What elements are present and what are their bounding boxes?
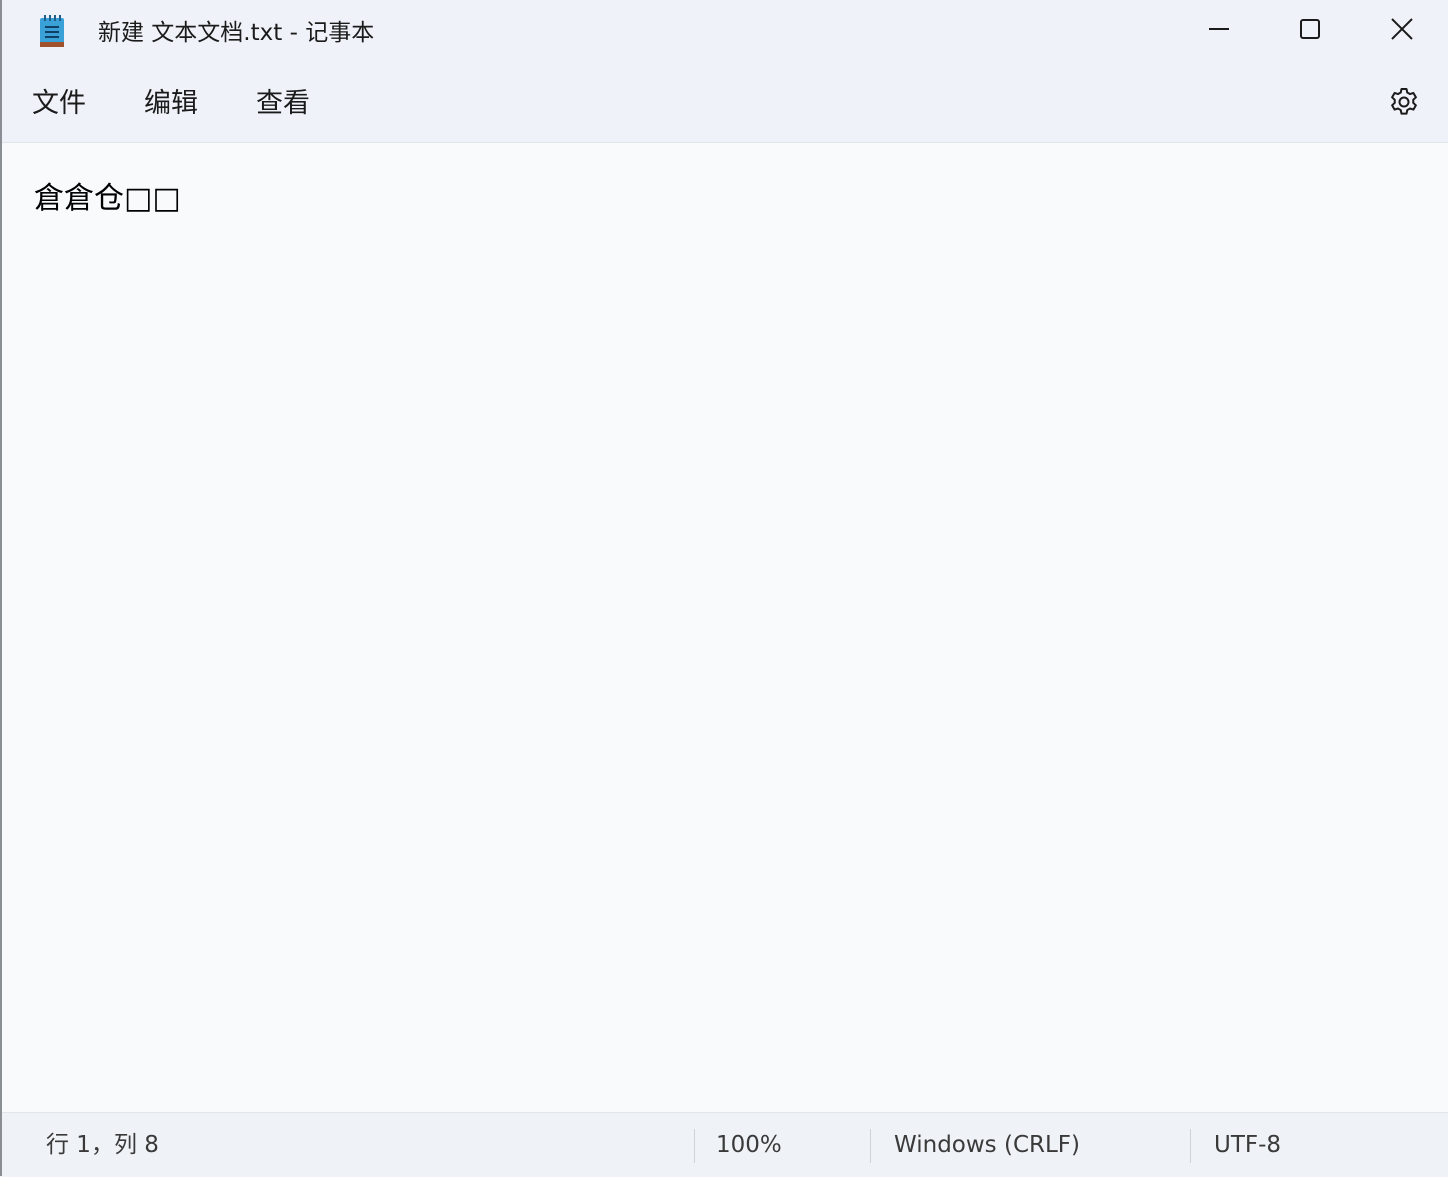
title-bar[interactable]: 新建 文本文档.txt - 记事本 xyxy=(2,0,1448,64)
menu-view[interactable]: 查看 xyxy=(254,84,312,124)
text-editor[interactable]: 倉倉仓□□ xyxy=(2,143,1448,1112)
settings-button[interactable] xyxy=(1384,84,1424,124)
minimize-button[interactable] xyxy=(1173,0,1265,58)
window-title: 新建 文本文档.txt - 记事本 xyxy=(98,20,375,46)
line-ending[interactable]: Windows (CRLF) xyxy=(894,1129,1080,1161)
close-icon xyxy=(1391,18,1413,40)
gear-icon xyxy=(1388,86,1420,122)
status-divider xyxy=(694,1129,695,1163)
editor-content: 倉倉仓□□ xyxy=(34,181,181,216)
zoom-level[interactable]: 100% xyxy=(716,1129,782,1161)
notepad-icon xyxy=(38,14,66,48)
cursor-position: 行 1，列 8 xyxy=(46,1132,159,1158)
notepad-window: 新建 文本文档.txt - 记事本 文件 编辑 查看 倉倉仓□□ 行 1，列 8… xyxy=(0,0,1448,1177)
close-button[interactable] xyxy=(1356,0,1448,58)
maximize-icon xyxy=(1299,18,1321,40)
minimize-icon xyxy=(1208,18,1230,40)
encoding[interactable]: UTF-8 xyxy=(1214,1129,1281,1161)
maximize-button[interactable] xyxy=(1264,0,1356,58)
status-bar: 行 1，列 8 100% Windows (CRLF) UTF-8 xyxy=(2,1112,1448,1177)
menu-bar: 文件 编辑 查看 xyxy=(2,64,1448,143)
status-divider xyxy=(870,1129,871,1163)
menu-file[interactable]: 文件 xyxy=(30,84,88,124)
status-divider xyxy=(1190,1129,1191,1163)
menu-edit[interactable]: 编辑 xyxy=(142,84,200,124)
